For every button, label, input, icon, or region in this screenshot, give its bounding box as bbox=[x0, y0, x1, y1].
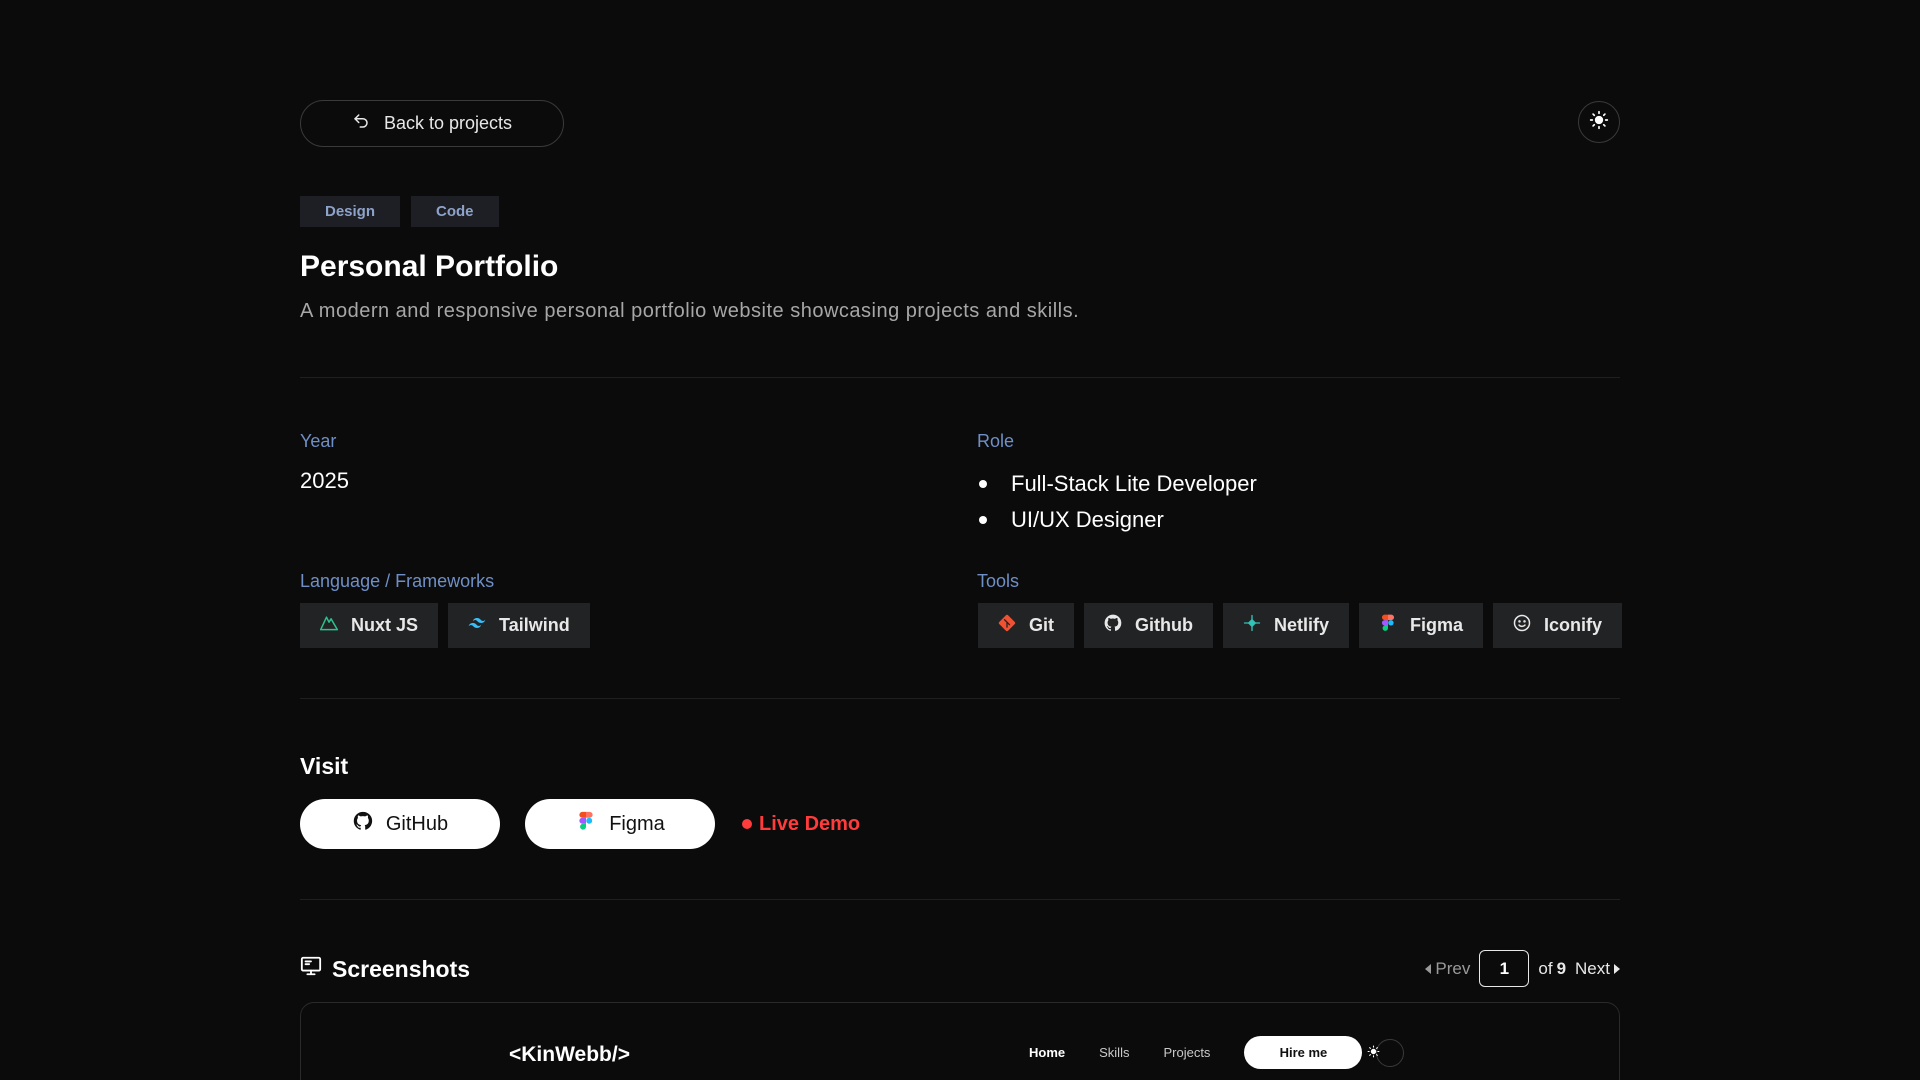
preview-hire-button: Hire me bbox=[1244, 1036, 1363, 1069]
return-arrow-icon bbox=[352, 112, 370, 135]
chip-label: Git bbox=[1029, 615, 1054, 635]
tool-chip-figma: Figma bbox=[1359, 603, 1484, 648]
project-title: Personal Portfolio bbox=[300, 250, 559, 283]
chip-label: Nuxt JS bbox=[351, 615, 419, 635]
next-button[interactable]: Next bbox=[1575, 959, 1620, 979]
page-total: of 9 bbox=[1538, 959, 1566, 979]
caret-right-icon bbox=[1614, 963, 1620, 974]
preview-nav-projects: Projects bbox=[1163, 1045, 1211, 1060]
project-tags: Design Code bbox=[300, 196, 499, 227]
screenshots-heading: Screenshots bbox=[300, 955, 470, 983]
tool-chip-iconify: Iconify bbox=[1493, 603, 1623, 648]
figma-icon bbox=[575, 810, 597, 838]
preview-nav-home: Home bbox=[1029, 1045, 1066, 1060]
figma-icon bbox=[1378, 613, 1398, 638]
year-value: 2025 bbox=[300, 468, 349, 493]
figma-link-button[interactable]: Figma bbox=[525, 799, 715, 849]
github-icon bbox=[1103, 613, 1123, 638]
preview-nav-skills: Skills bbox=[1099, 1045, 1130, 1060]
role-item: Full-Stack Lite Developer bbox=[978, 466, 1257, 502]
tailwind-icon bbox=[467, 613, 487, 638]
visit-heading: Visit bbox=[300, 753, 349, 779]
prev-label: Prev bbox=[1435, 958, 1471, 978]
preview-logo: <KinWebb/> bbox=[509, 1043, 630, 1066]
iconify-icon bbox=[1512, 613, 1532, 638]
preview-theme-toggle bbox=[1367, 1038, 1405, 1067]
page-number-input[interactable] bbox=[1479, 950, 1530, 987]
screenshot-preview: <KinWebb/> Home Skills Projects Hire me bbox=[300, 1002, 1620, 1080]
github-link-button[interactable]: GitHub bbox=[300, 799, 500, 849]
back-to-projects-button[interactable]: Back to projects bbox=[300, 100, 564, 147]
live-demo-label: Live Demo bbox=[759, 812, 861, 835]
screenshots-title: Screenshots bbox=[332, 955, 471, 982]
role-label: Role bbox=[977, 431, 1015, 451]
divider bbox=[300, 377, 1620, 378]
frameworks-list: Nuxt JS Tailwind bbox=[300, 603, 590, 648]
theme-toggle-button[interactable] bbox=[1578, 101, 1620, 143]
sun-icon bbox=[1589, 110, 1609, 135]
chip-label: Github bbox=[1135, 615, 1193, 635]
role-list: Full-Stack Lite Developer UI/UX Designer bbox=[978, 466, 1257, 538]
chip-label: Netlify bbox=[1273, 615, 1329, 635]
tools-list: Git Github Netlify Figma Iconify bbox=[978, 603, 1623, 648]
divider bbox=[300, 698, 1620, 699]
figma-link-label: Figma bbox=[609, 812, 665, 835]
project-description: A modern and responsive personal portfol… bbox=[300, 300, 1080, 322]
netlify-icon bbox=[1242, 613, 1262, 638]
chip-label: Iconify bbox=[1544, 615, 1603, 635]
chip-label: Tailwind bbox=[499, 615, 570, 635]
total-pages: 9 bbox=[1556, 958, 1567, 978]
tool-chip-netlify: Netlify bbox=[1222, 603, 1349, 648]
github-icon bbox=[352, 810, 374, 838]
framework-chip-tailwind: Tailwind bbox=[448, 603, 590, 648]
visit-links: GitHub Figma Live Demo bbox=[300, 799, 860, 849]
git-icon bbox=[997, 613, 1017, 638]
year-label: Year bbox=[300, 431, 337, 451]
sun-icon bbox=[1367, 1045, 1380, 1061]
monitor-icon bbox=[300, 955, 322, 983]
role-item: UI/UX Designer bbox=[978, 502, 1257, 538]
chip-label: Figma bbox=[1410, 615, 1464, 635]
prev-button[interactable]: Prev bbox=[1425, 959, 1470, 979]
github-link-label: GitHub bbox=[385, 812, 449, 835]
of-label: of bbox=[1538, 958, 1553, 978]
back-label: Back to projects bbox=[383, 113, 513, 133]
divider bbox=[300, 899, 1620, 900]
next-label: Next bbox=[1575, 958, 1610, 978]
nuxt-icon bbox=[319, 613, 339, 638]
screenshot-pager: Prev of 9 Next bbox=[1425, 950, 1620, 987]
framework-chip-nuxt: Nuxt JS bbox=[300, 603, 439, 648]
tag-design: Design bbox=[300, 196, 401, 227]
frameworks-label: Language / Frameworks bbox=[300, 571, 495, 591]
preview-nav: Home Skills Projects Hire me bbox=[1029, 1036, 1405, 1069]
tool-chip-github: Github bbox=[1084, 603, 1213, 648]
caret-left-icon bbox=[1425, 963, 1432, 974]
live-demo-link[interactable]: Live Demo bbox=[742, 813, 860, 836]
tool-chip-git: Git bbox=[978, 603, 1074, 648]
tools-label: Tools bbox=[977, 571, 1020, 591]
live-dot-icon bbox=[742, 819, 752, 829]
tag-code: Code bbox=[411, 196, 499, 227]
